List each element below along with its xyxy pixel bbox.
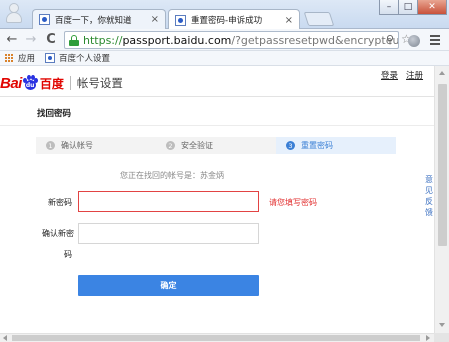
horizontal-scroll-thumb[interactable] [12, 335, 420, 341]
magnifier-icon[interactable]: ⚲ [386, 33, 394, 46]
feedback-char: 馈 [425, 208, 433, 217]
vertical-scrollbar[interactable] [434, 66, 449, 333]
url-path: /?getpassresetpwd&encrypteui( [231, 33, 399, 47]
baidu-logo[interactable]: Bai du 百度 帐号设置 [0, 71, 123, 95]
url-host: passport.baidu.com [122, 33, 232, 47]
hamburger-menu-icon[interactable] [430, 35, 440, 45]
password-error-message: 请您填写密码 [269, 198, 317, 207]
horizontal-scrollbar[interactable] [0, 333, 434, 342]
step-reset-password: 3 重置密码 [276, 137, 396, 154]
confirm-password-field[interactable] [78, 223, 259, 244]
url-scheme: https:// [83, 33, 123, 47]
bookmark-baidu-settings[interactable]: 百度个人设置 [59, 52, 110, 64]
new-tab-button[interactable] [303, 12, 335, 26]
step-number-badge: 3 [286, 141, 295, 150]
baidu-favicon-icon [175, 14, 186, 26]
lock-icon [69, 34, 79, 46]
browser-toolbar: ← → C https://passport.baidu.com/?getpas… [0, 29, 449, 51]
tab-baidu-home[interactable]: 百度一下，你就知道 × [32, 9, 166, 29]
address-bar[interactable]: https://passport.baidu.com/?getpassreset… [64, 31, 399, 49]
baidu-favicon-icon [39, 14, 50, 25]
vertical-scroll-thumb[interactable] [438, 84, 447, 246]
step-number-badge: 2 [166, 141, 175, 150]
reload-icon[interactable]: C [43, 32, 59, 48]
close-window-button[interactable]: ✕ [417, 0, 447, 15]
new-password-label: 新密码 [48, 198, 72, 207]
logo-bai-text: Bai [0, 74, 22, 92]
page-content: Bai du 百度 帐号设置 登录 注册 找回密码 1 确认帐号 2 安全验证 … [0, 66, 434, 333]
profile-avatar-icon[interactable] [6, 3, 22, 23]
maximize-button[interactable]: □ [398, 0, 418, 15]
scroll-left-arrow-icon[interactable] [3, 335, 7, 341]
header-divider [0, 96, 434, 97]
extension-globe-icon[interactable] [408, 35, 420, 47]
feedback-char: 意 [425, 175, 433, 184]
forward-arrow-icon[interactable]: → [23, 32, 39, 48]
step-confirm-account: 1 确认帐号 [36, 137, 156, 154]
page-title: 找回密码 [37, 109, 72, 119]
bookmark-apps[interactable]: 应用 [18, 52, 35, 64]
step-number-badge: 1 [46, 141, 55, 150]
logo-baidu-cn-text: 百度 [39, 76, 64, 91]
minimize-button[interactable]: – [379, 0, 399, 15]
step-security-verify: 2 安全验证 [156, 137, 276, 154]
account-hint: 您正在找回的帐号是：苏金炳 [120, 171, 224, 180]
scroll-up-arrow-icon[interactable] [439, 71, 445, 75]
feedback-char: 反 [425, 197, 433, 206]
back-arrow-icon[interactable]: ← [4, 32, 20, 48]
tab-title: 重置密码-申诉成功 [191, 16, 263, 26]
step-label: 重置密码 [301, 141, 333, 150]
logo-du-text: du [25, 82, 35, 89]
bookmarks-bar: 应用 百度个人设置 [0, 51, 449, 66]
submit-button[interactable]: 确定 [78, 275, 259, 296]
scroll-down-arrow-icon[interactable] [439, 323, 445, 327]
apps-grid-icon [5, 53, 14, 63]
scroll-right-arrow-icon[interactable] [426, 335, 430, 341]
login-link[interactable]: 登录 [381, 69, 398, 81]
step-label: 确认帐号 [61, 141, 93, 150]
scrollbar-corner [434, 333, 449, 342]
logo-divider [69, 76, 71, 90]
step-label: 安全验证 [181, 141, 213, 150]
baidu-paw-icon: du [22, 75, 38, 91]
progress-steps: 1 确认帐号 2 安全验证 3 重置密码 [36, 137, 396, 154]
feedback-char: 见 [425, 186, 433, 195]
browser-titlebar: 百度一下，你就知道 × 重置密码-申诉成功 × – □ ✕ [0, 0, 449, 30]
tab-close-icon[interactable]: × [151, 14, 159, 25]
new-password-field[interactable] [78, 191, 259, 212]
confirm-password-label-line1: 确认新密 [42, 229, 74, 238]
section-title: 帐号设置 [76, 76, 123, 90]
tab-close-icon[interactable]: × [285, 15, 293, 26]
baidu-favicon-icon [45, 53, 56, 63]
title-divider [0, 125, 434, 126]
confirm-password-label-line2: 码 [64, 250, 72, 259]
register-link[interactable]: 注册 [406, 69, 423, 81]
tab-reset-password[interactable]: 重置密码-申诉成功 × [168, 9, 300, 30]
tab-title: 百度一下，你就知道 [55, 15, 132, 26]
feedback-link[interactable]: 意 见 反 馈 [424, 174, 434, 218]
